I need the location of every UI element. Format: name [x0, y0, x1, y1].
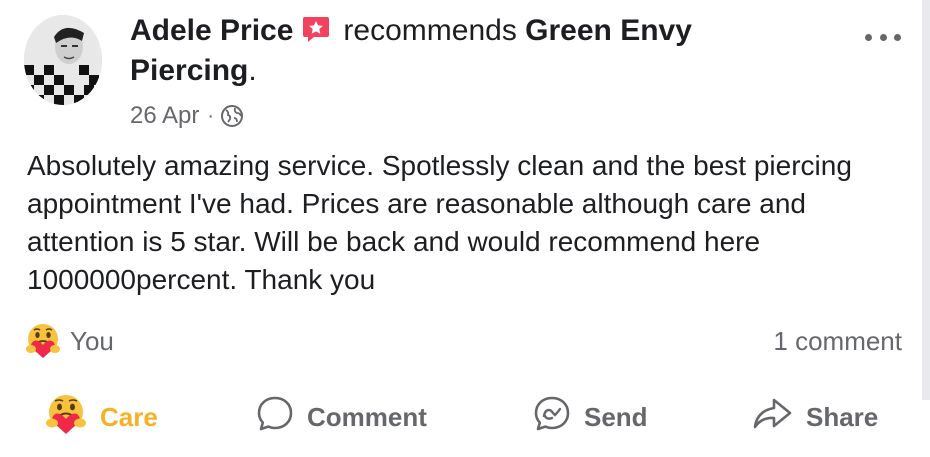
send-label: Send [584, 401, 648, 432]
messenger-icon [532, 394, 572, 441]
header-period: . [248, 54, 257, 87]
avatar-image [24, 15, 102, 105]
reaction-label: You [70, 325, 114, 356]
recommends-text: recommends [343, 14, 517, 47]
share-button[interactable]: Share [750, 390, 878, 444]
recommend-badge-icon [301, 14, 331, 44]
post-header: Adele Price recommends Green Envy Piercin… [130, 11, 820, 91]
page-name-second: Piercing [130, 54, 249, 87]
send-button[interactable]: Send [532, 390, 648, 444]
author-avatar[interactable] [24, 15, 102, 105]
post-body: Absolutely amazing service. Spotlessly c… [27, 150, 852, 295]
page-name-first: Green Envy [525, 14, 692, 47]
care-button[interactable]: Care [44, 390, 158, 444]
globe-icon[interactable] [220, 104, 244, 128]
post-card: Adele Price recommends Green Envy Piercin… [0, 0, 930, 457]
comment-label: Comment [307, 401, 427, 432]
comment-button[interactable]: Comment [255, 390, 427, 444]
more-options-icon[interactable] [865, 25, 901, 49]
scrollbar-track[interactable] [922, 0, 930, 400]
reaction-summary[interactable]: You [24, 320, 114, 362]
care-label: Care [100, 401, 158, 432]
more-dot [879, 33, 887, 41]
action-bar: Care Comment Send Share [0, 390, 930, 444]
share-arrow-icon [750, 394, 794, 441]
author-name[interactable]: Adele Price [130, 14, 293, 47]
care-icon [44, 392, 88, 443]
comment-bubble-icon [255, 394, 295, 441]
comment-count[interactable]: 1 comment [773, 320, 902, 362]
care-reaction-icon [24, 322, 62, 360]
more-dot [865, 33, 872, 41]
share-label: Share [806, 401, 879, 432]
post-meta: 26 Apr · [130, 99, 244, 133]
post-date[interactable]: 26 Apr [130, 102, 199, 130]
more-dot [894, 33, 901, 41]
meta-separator: · [207, 104, 215, 127]
